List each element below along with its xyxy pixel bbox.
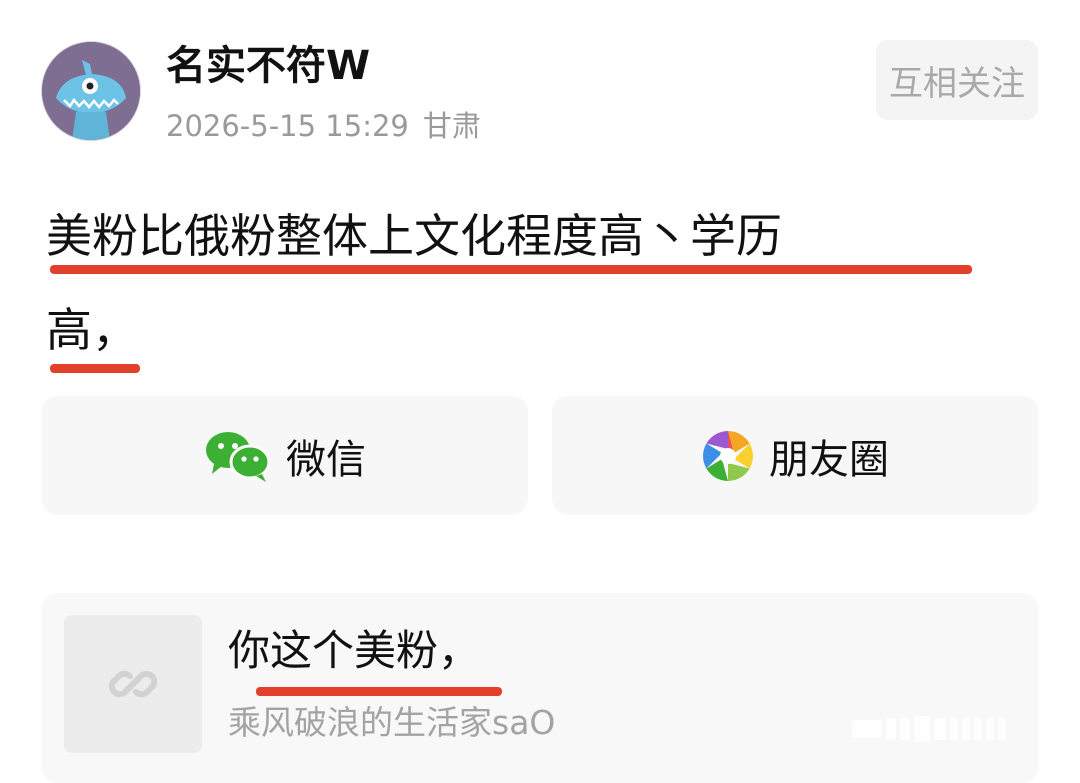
share-wechat-button[interactable]: 微信 bbox=[42, 396, 528, 515]
watermark bbox=[852, 716, 1006, 742]
post-date: 2026-5-15 15:29 bbox=[166, 109, 409, 143]
moments-icon bbox=[703, 430, 753, 481]
link-icon bbox=[108, 670, 158, 698]
red-underline-1 bbox=[50, 265, 972, 274]
post-text-line-2: 高， bbox=[46, 303, 138, 357]
share-wechat-label: 微信 bbox=[286, 436, 366, 483]
wechat-icon bbox=[206, 431, 271, 482]
post-location: 甘肃 bbox=[422, 109, 481, 143]
author-name[interactable]: 名实不符W bbox=[166, 40, 370, 92]
share-moments-button[interactable]: 朋友圈 bbox=[552, 396, 1038, 515]
red-underline-3 bbox=[256, 687, 502, 696]
post-text-line-1: 美粉比俄粉整体上文化程度高丶学历 bbox=[46, 209, 782, 263]
blue-monster-icon bbox=[42, 42, 140, 140]
link-title: 你这个美粉， bbox=[228, 626, 481, 675]
share-moments-label: 朋友圈 bbox=[769, 436, 889, 483]
link-card[interactable]: 你这个美粉， 乘风破浪的生活家saO bbox=[42, 593, 1038, 783]
follow-button[interactable]: 互相关注 bbox=[876, 40, 1038, 120]
link-thumbnail bbox=[64, 615, 202, 753]
red-underline-2 bbox=[50, 364, 140, 373]
link-source: 乘风破浪的生活家saO bbox=[228, 703, 556, 742]
post-meta: 2026-5-15 15:29 甘肃 bbox=[166, 106, 481, 146]
avatar[interactable] bbox=[42, 42, 140, 140]
